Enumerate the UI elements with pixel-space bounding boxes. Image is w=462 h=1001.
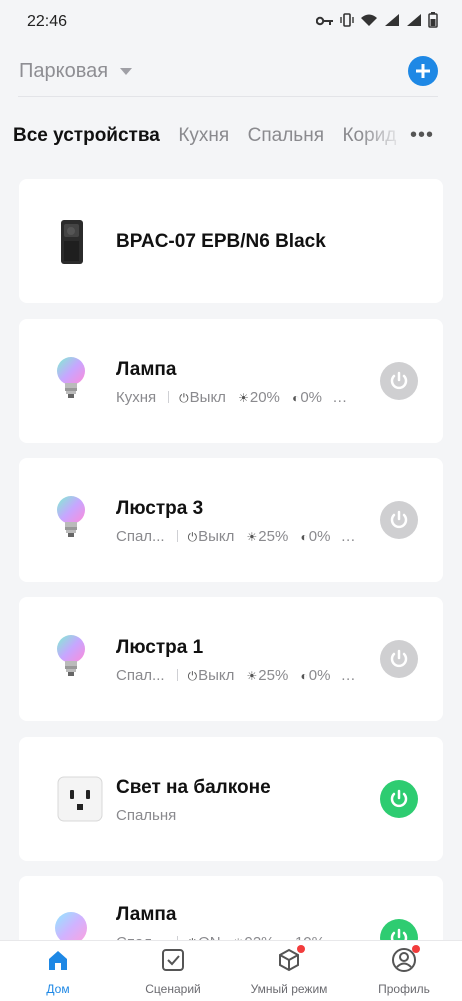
cube-icon [276,945,305,973]
power-icon [390,789,408,808]
more-ellipsis: … [332,389,348,406]
nav-label: Профиль [378,982,430,996]
more-tabs-icon[interactable]: ••• [410,124,434,147]
checkbox-icon [160,947,186,973]
key-icon [315,14,334,32]
wifi-icon [360,13,378,32]
nav-smart-mode[interactable]: Умный режим [239,945,339,996]
notification-dot [297,945,305,953]
brightness-icon: ☀ [246,669,258,683]
device-state: Выкл [198,528,235,545]
device-name: Лампа [116,359,177,380]
power-icon [390,510,408,529]
status-bar: 22:46 [0,0,462,44]
device-room: Спальня [116,807,177,824]
power-button[interactable] [380,362,418,400]
add-device-button[interactable] [408,56,438,86]
nav-profile[interactable]: Профиль [354,945,454,996]
device-card-ac[interactable]: BPAC-07 EPB/N6 Black [19,179,443,303]
more-ellipsis: … [340,528,356,545]
device-room: Спал... [116,667,165,684]
vibrate-icon [340,13,354,32]
bulb-icon [55,633,109,687]
device-status: Спальня [116,807,176,824]
nav-scenes[interactable]: Сценарий [123,947,223,996]
home-name[interactable]: Парковая [19,60,108,83]
brightness-icon: ☀ [238,391,249,405]
power-small-icon: ⏻ [179,391,189,405]
device-temp: 0% [308,667,331,684]
device-name: Люстра 1 [116,637,204,658]
signal-icon-2 [406,13,422,32]
device-room: Кухня [116,389,157,406]
power-button[interactable] [380,780,418,818]
home-icon [45,947,71,973]
notification-dot [412,945,420,953]
contrast-icon: ◐ [300,669,308,683]
battery-icon [428,12,438,33]
device-card-lamp[interactable]: Лампа Кухня ⏻Выкл ☀20% ◐0% … [19,319,443,443]
caret-down-icon[interactable] [120,68,132,75]
device-card-chandelier-1[interactable]: Люстра 1 Спал... ⏻Выкл ☀25% ◐0% … [19,597,443,721]
nav-label: Сценарий [145,982,201,996]
device-room: Спал... [116,528,165,545]
tab-bedroom[interactable]: Спальня [248,125,324,147]
power-small-icon: ⏻ [187,669,198,683]
tabs-fade [360,120,405,156]
power-small-icon: ⏻ [187,530,198,544]
device-temp: 0% [308,528,331,545]
device-temp: 0% [300,389,323,406]
device-brightness: 25% [258,528,289,545]
room-tabs: Все устройства Кухня Спальня Корид [13,125,403,155]
contrast-icon: ◐ [300,530,308,544]
device-name: Люстра 3 [116,498,204,519]
home-selector-row: Парковая [0,54,462,94]
nav-home[interactable]: Дом [8,947,108,996]
bulb-icon [55,355,109,409]
status-time: 22:46 [27,13,68,30]
device-status: Спал... ⏻Выкл ☀25% ◐0% … [116,528,356,545]
more-ellipsis: … [340,667,356,684]
status-icons [315,12,438,33]
contrast-icon: ◐ [292,391,300,405]
device-brightness: 20% [249,389,280,406]
power-icon [390,371,408,390]
power-icon [390,649,408,668]
bulb-icon [55,494,109,548]
device-status: Спал... ⏻Выкл ☀25% ◐0% … [116,667,356,684]
device-state: Выкл [189,389,226,406]
brightness-icon: ☀ [246,530,258,544]
tab-kitchen[interactable]: Кухня [178,125,229,147]
tab-all-devices[interactable]: Все устройства [13,125,160,147]
nav-label: Дом [46,982,70,996]
header-divider [18,96,438,97]
nav-label: Умный режим [250,982,328,996]
device-brightness: 25% [258,667,289,684]
device-status: Кухня ⏻Выкл ☀20% ◐0% … [116,389,347,406]
socket-icon [55,773,109,827]
device-name: Лампа [116,904,177,925]
power-button[interactable] [380,640,418,678]
device-name: Свет на балконе [116,777,271,798]
power-button[interactable] [380,501,418,539]
user-icon [391,945,420,973]
device-state: Выкл [198,667,235,684]
air-conditioner-icon [55,215,109,269]
plus-icon [416,64,430,78]
device-name: BPAC-07 EPB/N6 Black [116,231,326,252]
device-card-chandelier-3[interactable]: Люстра 3 Спал... ⏻Выкл ☀25% ◐0% … [19,458,443,582]
bottom-nav: Дом Сценарий Умный режим Профиль [0,940,462,1001]
device-card-balcony-light[interactable]: Свет на балконе Спальня [19,737,443,861]
signal-icon [384,13,400,32]
